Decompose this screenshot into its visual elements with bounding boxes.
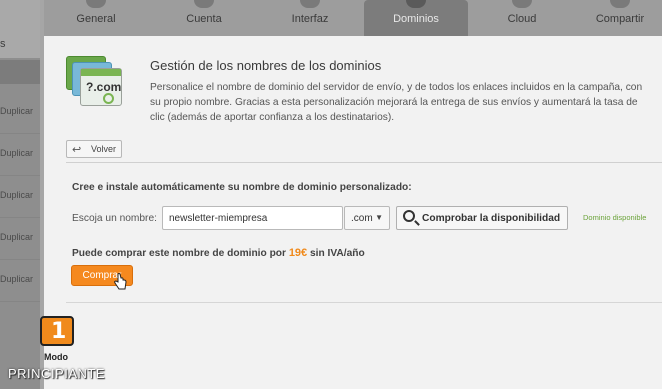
sidebar-row[interactable]: Duplicar [0, 176, 44, 218]
tab-label: Compartir [595, 13, 645, 25]
check-availability-label: Comprobar la disponibilidad [422, 213, 561, 224]
back-button[interactable]: ↩ Volver [66, 140, 122, 158]
back-button-label: Volver [91, 144, 117, 154]
brand-number: 1 [51, 319, 67, 344]
sidebar-row[interactable]: Duplicar [0, 218, 44, 260]
cloud-icon [512, 0, 532, 8]
sidebar-band [0, 60, 44, 84]
purchase-text-before: Puede comprar este nombre de dominio por [72, 248, 289, 259]
brand-modo: Modo [44, 352, 68, 362]
sidebar-label: s [0, 38, 6, 50]
account-icon [194, 0, 214, 8]
price: 19€ [288, 247, 308, 259]
domain-name-label: Escoja un nombre: [72, 213, 157, 224]
page-description: Personalice el nombre de dominio del ser… [150, 82, 643, 123]
duplicate-link[interactable]: Duplicar [0, 148, 33, 158]
checkmark-icon [103, 93, 114, 104]
brand-logo-icon: 1 [40, 316, 74, 346]
sidebar-row[interactable]: Duplicar [0, 260, 44, 302]
back-arrow-icon: ↩ [72, 144, 82, 156]
sidebar-header [0, 0, 44, 58]
tld-selected-value: .com [351, 213, 373, 224]
tab-label: Cuenta [186, 13, 222, 25]
check-availability-button[interactable]: Comprobar la disponibilidad [396, 206, 568, 230]
tab-dominios[interactable]: Dominios [364, 0, 468, 36]
hand-cursor-icon [114, 273, 127, 290]
tab-label: Cloud [507, 13, 537, 25]
tab-label: Dominios [393, 13, 439, 25]
search-icon [403, 210, 415, 222]
page-title: Gestión de los nombres de los dominios [150, 58, 382, 73]
brand-level: PRINCIPIANTE [8, 366, 106, 381]
tab-label: Interfaz [291, 13, 329, 25]
domain-name-input[interactable] [162, 206, 343, 230]
duplicate-link[interactable]: Duplicar [0, 274, 33, 284]
tab-label: General [76, 13, 116, 25]
duplicate-link[interactable]: Duplicar [0, 190, 33, 200]
domain-logo-text: ?.com [86, 80, 122, 94]
tab-compartir[interactable]: Compartir [578, 0, 662, 36]
tab-cloud[interactable]: Cloud [470, 0, 574, 36]
divider [66, 302, 662, 303]
purchase-text-after: sin IVA/año [307, 248, 365, 259]
form-subtitle: Cree e instale automáticamente su nombre… [72, 182, 412, 193]
tab-cuenta[interactable]: Cuenta [152, 0, 256, 36]
domain-logo-icon: ?.com [66, 56, 126, 114]
availability-status: Dominio disponible [583, 213, 647, 222]
tab-general[interactable]: General [44, 0, 148, 36]
domains-icon [406, 0, 426, 8]
sidebar-row[interactable]: Duplicar [0, 92, 44, 134]
tab-interfaz[interactable]: Interfaz [258, 0, 362, 36]
window-icon: ?.com [80, 68, 122, 106]
settings-tabs: General Cuenta Interfaz Dominios Cloud C… [44, 0, 662, 36]
sidebar-row[interactable]: Duplicar [0, 134, 44, 176]
interface-icon [300, 0, 320, 8]
duplicate-link[interactable]: Duplicar [0, 232, 33, 242]
tld-select[interactable]: .com ▼ [344, 206, 390, 230]
share-icon [610, 0, 630, 8]
divider [66, 162, 662, 163]
domains-panel: ?.com Gestión de los nombres de los domi… [44, 36, 662, 389]
chevron-down-icon: ▼ [375, 213, 383, 222]
general-icon [86, 0, 106, 8]
purchase-text: Puede comprar este nombre de dominio por… [72, 247, 365, 259]
brand-watermark: 1 Modo PRINCIPIANTE [8, 316, 116, 386]
duplicate-link[interactable]: Duplicar [0, 106, 33, 116]
